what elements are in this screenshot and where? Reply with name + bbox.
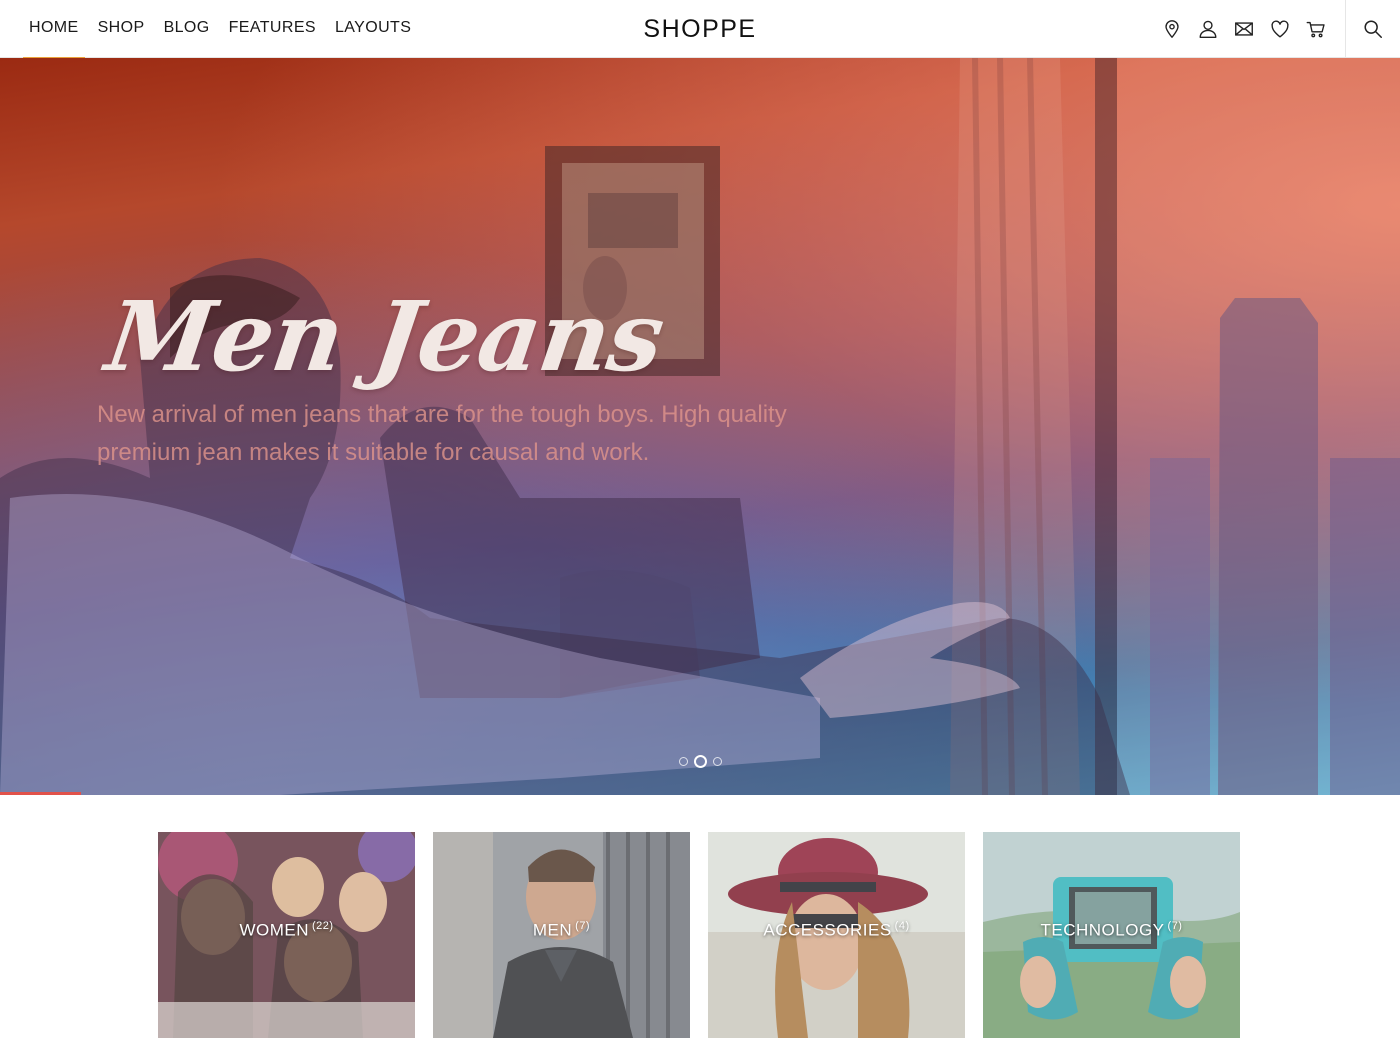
site-logo[interactable]: SHOPPE	[643, 15, 756, 43]
category-label: TECHNOLOGY (7)	[983, 920, 1240, 941]
category-name: MEN	[532, 920, 573, 940]
nav-features[interactable]: FEATURES	[222, 0, 323, 58]
category-men[interactable]: MEN (7)	[433, 832, 690, 1038]
category-accessories[interactable]: ACCESSORIES (4)	[708, 832, 965, 1038]
slider-progress-fill	[0, 792, 82, 795]
category-women[interactable]: WOMEN (22)	[158, 832, 415, 1038]
cart-icon[interactable]	[1298, 0, 1334, 58]
nav-home[interactable]: HOME	[22, 0, 86, 59]
category-count: (22)	[311, 920, 334, 932]
nav-layouts[interactable]: LAYOUTS	[328, 0, 418, 58]
search-icon[interactable]	[1345, 0, 1400, 58]
mail-icon[interactable]	[1226, 0, 1262, 58]
category-label: WOMEN (22)	[158, 920, 415, 941]
location-icon[interactable]	[1154, 0, 1190, 58]
site-header: HOME SHOP BLOG FEATURES LAYOUTS SHOPPE	[0, 0, 1400, 59]
category-label: MEN (7)	[433, 920, 690, 941]
main-nav: HOME SHOP BLOG FEATURES LAYOUTS	[22, 0, 423, 59]
heart-icon[interactable]	[1262, 0, 1298, 58]
nav-shop[interactable]: SHOP	[91, 0, 152, 58]
category-name: TECHNOLOGY	[1040, 920, 1165, 940]
category-count: (7)	[575, 920, 591, 932]
slider-dots	[0, 755, 1400, 768]
slider-progress	[0, 792, 1400, 795]
category-label: ACCESSORIES (4)	[708, 920, 965, 941]
hero-title: Men Jeans	[100, 280, 670, 393]
category-name: ACCESSORIES	[763, 920, 892, 940]
category-technology[interactable]: TECHNOLOGY (7)	[983, 832, 1240, 1038]
slider-dot-2[interactable]	[693, 755, 707, 768]
category-grid: WOMEN (22) MEN (7) ACCESSORIES (4) TECHN…	[158, 832, 1240, 1038]
category-count: (7)	[1167, 920, 1183, 932]
slider-dot-3[interactable]	[712, 757, 722, 766]
hero-slider: Men Jeans New arrival of men jeans that …	[0, 58, 1400, 795]
user-icon[interactable]	[1190, 0, 1226, 58]
category-count: (4)	[894, 920, 910, 932]
slider-dot-1[interactable]	[678, 757, 688, 766]
hero-description: New arrival of men jeans that are for th…	[97, 401, 787, 466]
category-name: WOMEN	[239, 920, 309, 940]
header-icons	[1154, 0, 1334, 58]
nav-blog[interactable]: BLOG	[157, 0, 217, 58]
